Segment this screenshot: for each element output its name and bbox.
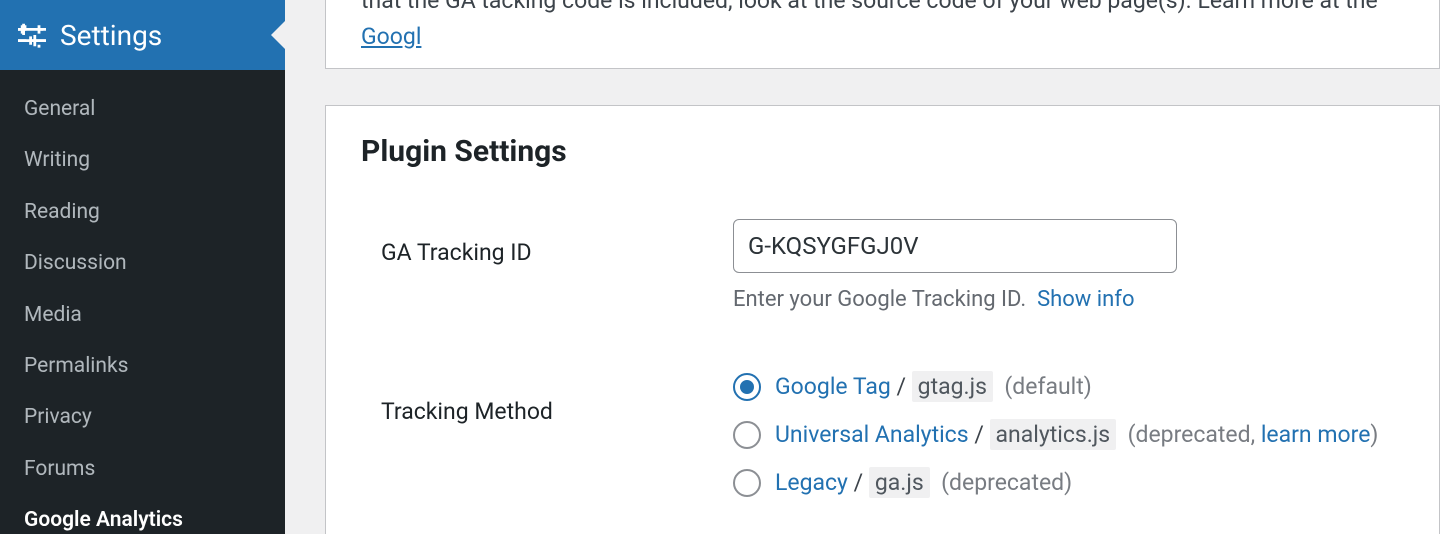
sidebar-item-general[interactable]: General bbox=[0, 84, 285, 135]
option-name: Universal Analytics bbox=[775, 421, 969, 448]
option-name: Google Tag bbox=[775, 373, 891, 400]
sidebar-menu-settings[interactable]: Settings bbox=[0, 0, 285, 70]
option-code: gtag.js bbox=[912, 371, 993, 402]
tracking-method-option-gtag[interactable]: Google Tag / gtag.js (default) bbox=[733, 372, 1404, 402]
option-code: ga.js bbox=[869, 467, 930, 498]
row-tracking-id: GA Tracking ID Enter your Google Trackin… bbox=[361, 217, 1404, 312]
intro-text: that the GA tacking code is included, lo… bbox=[361, 0, 1378, 14]
radio-icon bbox=[733, 469, 761, 497]
tracking-method-option-legacy[interactable]: Legacy / ga.js (deprecated) bbox=[733, 468, 1404, 498]
radio-icon bbox=[733, 373, 761, 401]
tracking-method-option-universal[interactable]: Universal Analytics / analytics.js (depr… bbox=[733, 420, 1404, 450]
sidebar-item-permalinks[interactable]: Permalinks bbox=[0, 341, 285, 392]
sidebar-item-reading[interactable]: Reading bbox=[0, 187, 285, 238]
option-note: (deprecated) bbox=[941, 469, 1072, 496]
main-content: that the GA tacking code is included, lo… bbox=[285, 0, 1440, 534]
admin-sidebar: Settings General Writing Reading Discuss… bbox=[0, 0, 285, 534]
current-menu-arrow bbox=[271, 20, 286, 50]
option-note: (default) bbox=[1004, 373, 1091, 400]
sidebar-submenu: General Writing Reading Discussion Media… bbox=[0, 70, 285, 534]
show-info-link[interactable]: Show info bbox=[1037, 287, 1134, 312]
tracking-id-input[interactable] bbox=[733, 219, 1177, 273]
sidebar-item-media[interactable]: Media bbox=[0, 290, 285, 341]
option-name: Legacy bbox=[775, 469, 848, 496]
sidebar-item-privacy[interactable]: Privacy bbox=[0, 392, 285, 443]
tracking-method-radiogroup: Google Tag / gtag.js (default) Universal… bbox=[733, 372, 1404, 498]
tracking-id-help: Enter your Google Tracking ID. bbox=[733, 287, 1026, 312]
tracking-id-label: GA Tracking ID bbox=[361, 217, 733, 312]
option-code: analytics.js bbox=[990, 419, 1117, 450]
intro-box: that the GA tacking code is included, lo… bbox=[325, 0, 1440, 69]
tracking-method-label: Tracking Method bbox=[361, 368, 733, 498]
row-tracking-method: Tracking Method Google Tag / gtag.js (de… bbox=[361, 368, 1404, 498]
learn-more-link[interactable]: learn more bbox=[1261, 421, 1371, 448]
sidebar-item-writing[interactable]: Writing bbox=[0, 135, 285, 186]
sidebar-menu-label: Settings bbox=[60, 19, 162, 52]
radio-icon bbox=[733, 421, 761, 449]
sidebar-item-discussion[interactable]: Discussion bbox=[0, 238, 285, 289]
card-title: Plugin Settings bbox=[361, 134, 1404, 169]
sidebar-item-google-analytics[interactable]: Google Analytics bbox=[0, 495, 285, 534]
intro-learn-more-link[interactable]: Googl bbox=[361, 23, 421, 50]
plugin-settings-card: Plugin Settings GA Tracking ID Enter you… bbox=[325, 105, 1440, 534]
option-note: (deprecated, learn more) bbox=[1128, 421, 1379, 448]
sliders-icon bbox=[18, 21, 46, 49]
sidebar-item-forums[interactable]: Forums bbox=[0, 444, 285, 495]
